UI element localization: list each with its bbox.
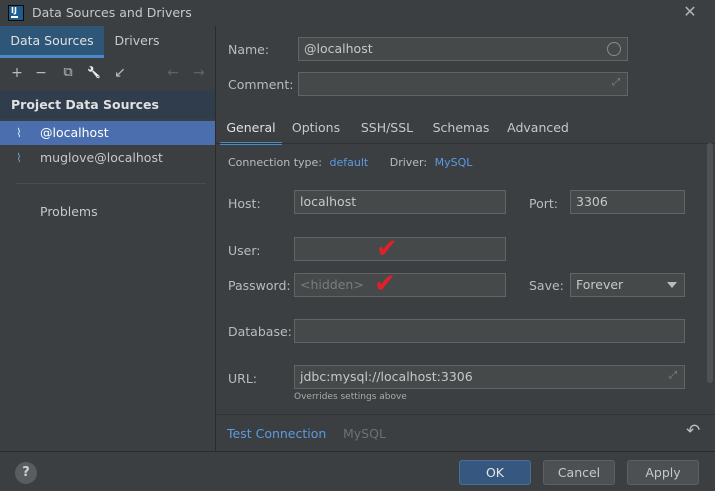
connection-type-row: Connection type: default Driver: MySQL bbox=[228, 156, 472, 169]
driver-label: Driver: bbox=[389, 156, 428, 169]
url-field[interactable]: jdbc:mysql://localhost:3306 ⤢ bbox=[294, 365, 685, 389]
host-label: Host: bbox=[228, 196, 261, 211]
driver-link[interactable]: MySQL bbox=[435, 156, 473, 169]
window-title: Data Sources and Drivers bbox=[32, 5, 192, 20]
splitter[interactable] bbox=[215, 26, 216, 451]
save-label: Save: bbox=[529, 278, 564, 293]
tab-ssh-ssl[interactable]: SSH/SSL bbox=[356, 115, 418, 145]
ok-button[interactable]: OK bbox=[459, 460, 531, 485]
tab-drivers[interactable]: Drivers bbox=[104, 26, 170, 58]
port-label: Port: bbox=[529, 196, 558, 211]
title-bar: IJ Data Sources and Drivers ✕ bbox=[0, 0, 715, 26]
divider bbox=[16, 183, 206, 184]
color-circle-icon[interactable] bbox=[607, 42, 621, 56]
user-label: User: bbox=[228, 243, 261, 258]
left-toolbar: + − ⧉ 🔧 ↙ ← → bbox=[0, 59, 215, 87]
app-logo-icon: IJ bbox=[8, 5, 24, 21]
expand-icon[interactable]: ⤢ bbox=[610, 77, 622, 89]
mysql-datasource-icon: ⌇ bbox=[16, 151, 22, 165]
password-field[interactable]: <hidden> bbox=[294, 273, 506, 297]
host-field[interactable]: localhost bbox=[294, 190, 506, 214]
expand-icon[interactable]: ⤢ bbox=[667, 370, 679, 382]
data-source-label: muglove@localhost bbox=[40, 150, 163, 165]
scrollbar[interactable] bbox=[707, 143, 713, 383]
name-label: Name: bbox=[228, 42, 270, 57]
save-select[interactable]: Forever bbox=[570, 273, 685, 297]
left-panel: Data Sources Drivers + − ⧉ 🔧 ↙ ← → Proje… bbox=[0, 26, 215, 451]
connection-bottom-bar: Test Connection MySQL ↶ bbox=[216, 414, 715, 450]
test-connection-link[interactable]: Test Connection bbox=[227, 426, 326, 441]
url-note: Overrides settings above bbox=[294, 392, 407, 402]
driver-name-label: MySQL bbox=[343, 426, 386, 441]
database-field[interactable] bbox=[294, 319, 685, 343]
connection-type-label: Connection type: bbox=[228, 156, 323, 169]
password-label: Password: bbox=[228, 278, 291, 293]
url-label: URL: bbox=[228, 371, 258, 386]
data-source-item-localhost[interactable]: ⌇ @localhost bbox=[0, 121, 215, 145]
mysql-datasource-icon: ⌇ bbox=[16, 126, 22, 140]
apply-button[interactable]: Apply bbox=[627, 460, 699, 485]
problems-item[interactable]: Problems bbox=[40, 204, 98, 219]
cancel-button[interactable]: Cancel bbox=[543, 460, 615, 485]
port-field[interactable]: 3306 bbox=[570, 190, 685, 214]
user-field[interactable] bbox=[294, 237, 506, 261]
tab-divider bbox=[216, 143, 715, 144]
data-source-label: @localhost bbox=[40, 125, 109, 140]
save-select-value: Forever bbox=[576, 277, 624, 292]
import-icon[interactable]: ↙ bbox=[112, 65, 128, 81]
duplicate-icon[interactable]: ⧉ bbox=[60, 65, 76, 81]
url-value: jdbc:mysql://localhost:3306 bbox=[300, 369, 473, 384]
revert-icon[interactable]: ↶ bbox=[686, 421, 700, 441]
back-arrow-icon[interactable]: ← bbox=[165, 65, 181, 81]
tab-data-sources[interactable]: Data Sources bbox=[0, 26, 104, 58]
help-button[interactable]: ? bbox=[15, 462, 37, 484]
tab-options[interactable]: Options bbox=[288, 115, 344, 145]
forward-arrow-icon[interactable]: → bbox=[191, 65, 207, 81]
comment-field[interactable]: ⤢ bbox=[298, 72, 628, 96]
database-label: Database: bbox=[228, 324, 292, 339]
red-checkmark-icon: ✔ bbox=[376, 234, 398, 264]
section-header-project-data-sources: Project Data Sources bbox=[0, 91, 215, 119]
name-field[interactable]: @localhost bbox=[298, 37, 628, 61]
name-value: @localhost bbox=[304, 41, 373, 56]
wrench-icon[interactable]: 🔧 bbox=[86, 65, 102, 81]
connection-type-link[interactable]: default bbox=[330, 156, 369, 169]
data-source-item-muglove[interactable]: ⌇ muglove@localhost bbox=[0, 146, 215, 170]
add-icon[interactable]: + bbox=[9, 65, 25, 81]
remove-icon[interactable]: − bbox=[33, 65, 49, 81]
tab-general[interactable]: General bbox=[220, 115, 282, 145]
chevron-down-icon bbox=[667, 282, 677, 288]
tab-advanced[interactable]: Advanced bbox=[504, 115, 572, 145]
red-checkmark-icon: ✔ bbox=[374, 269, 396, 299]
tab-schemas[interactable]: Schemas bbox=[430, 115, 492, 145]
close-icon[interactable]: ✕ bbox=[680, 2, 700, 22]
comment-label: Comment: bbox=[228, 77, 294, 92]
